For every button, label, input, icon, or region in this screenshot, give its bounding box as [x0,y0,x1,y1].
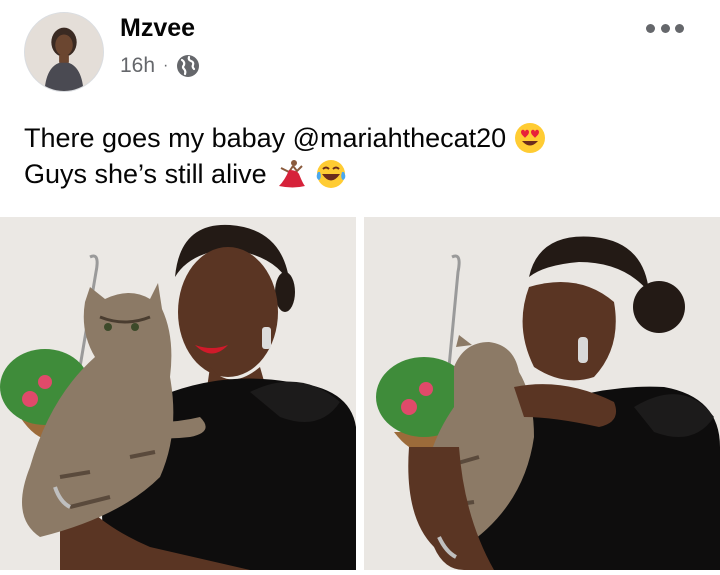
meta-separator: · [163,57,169,74]
more-dot [660,23,670,33]
post-time[interactable]: 16h [120,54,155,78]
avatar[interactable] [24,12,104,92]
photo-woman-kissing-cat[interactable] [364,217,720,570]
author-name[interactable]: Mzvee [120,14,195,43]
post-header: Mzvee 16h · [0,0,720,100]
heart-eyes-emoji [515,123,546,153]
post-text-line-2: Guys she’s still alive [24,156,694,192]
dancer-emoji [278,160,305,188]
more-options-button[interactable] [646,16,684,40]
tears-of-joy-emoji [316,160,345,188]
post-text-line-1: There goes my babay @mariahthecat20 [24,120,694,156]
more-dot [646,23,655,33]
post-meta: 16h · [120,54,200,78]
avatar-image [25,13,103,91]
more-dot [675,23,684,33]
post-text-content-2: Guys she’s still alive [24,159,267,189]
globe-icon[interactable] [176,54,200,78]
post-text: There goes my babay @mariahthecat20 Guys… [24,120,694,192]
post-text-content-1: There goes my babay @mariahthecat20 [24,123,507,153]
photo-woman-smiling-with-cat[interactable] [0,217,356,570]
